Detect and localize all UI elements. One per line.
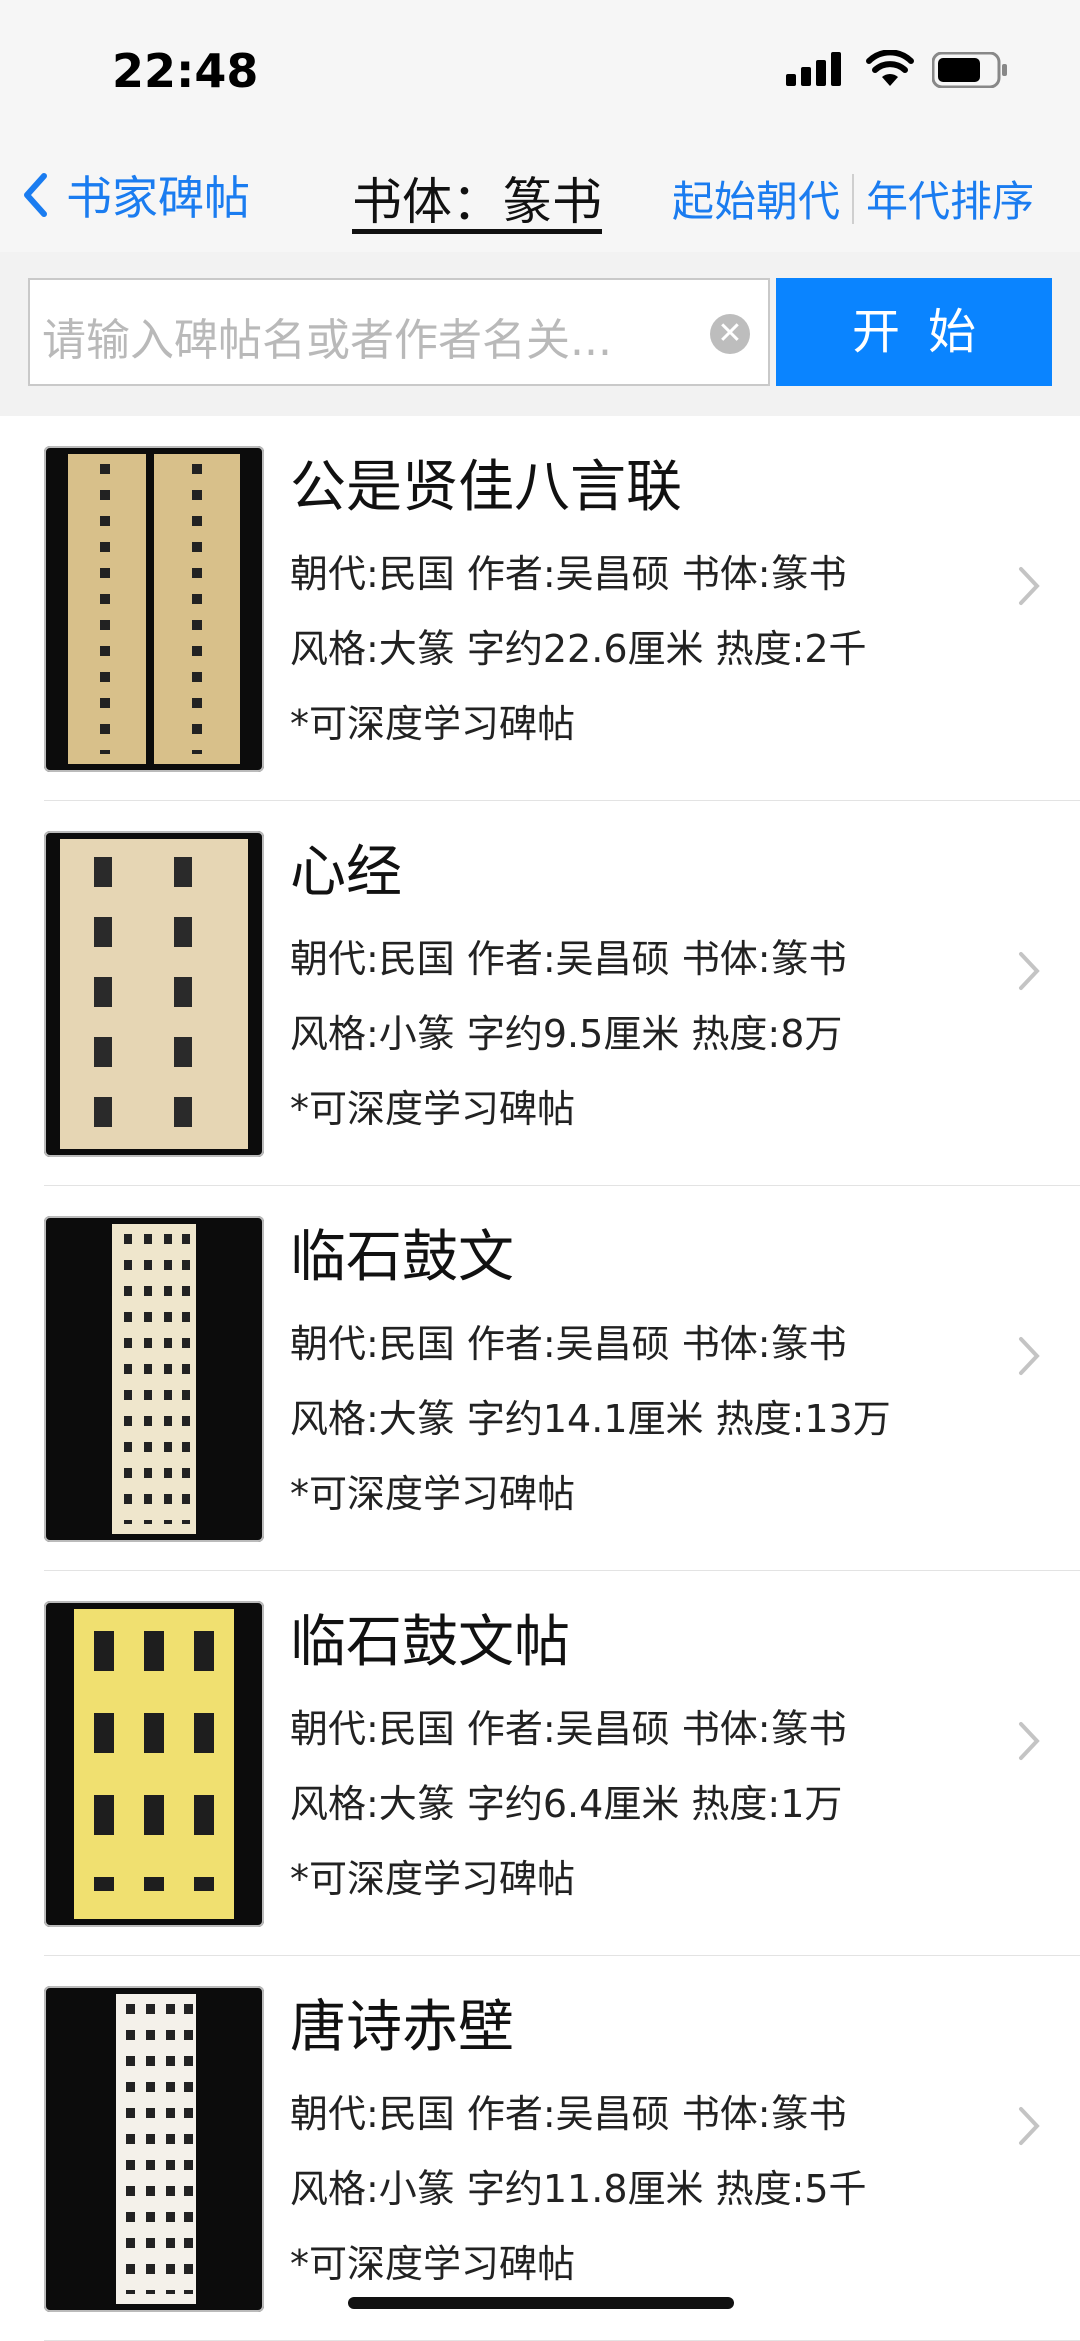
start-search-button[interactable]: 开始	[776, 278, 1052, 386]
back-label: 书家碑帖	[66, 171, 250, 225]
item-info: 心经 朝代:民国 作者:吴昌硕 书体:篆书 风格:小篆 字约9.5厘米 热度:8…	[290, 827, 847, 1133]
item-info: 临石鼓文 朝代:民国 作者:吴昌硕 书体:篆书 风格:大篆 字约14.1厘米 热…	[290, 1212, 891, 1518]
item-title: 心经	[290, 840, 402, 905]
list-item[interactable]: 唐诗赤壁 朝代:民国 作者:吴昌硕 书体:篆书 风格:小篆 字约11.8厘米 热…	[44, 1956, 1080, 2341]
item-detail: 风格:小篆 字约11.8厘米 热度:5千	[290, 2167, 867, 2211]
battery-icon	[932, 52, 1007, 88]
page-title[interactable]: 书体：篆书	[352, 162, 602, 234]
chevron-left-icon	[24, 173, 47, 217]
item-meta: 朝代:民国 作者:吴昌硕 书体:篆书	[290, 2092, 847, 2136]
item-title: 临石鼓文	[290, 1225, 514, 1290]
item-info: 临石鼓文帖 朝代:民国 作者:吴昌硕 书体:篆书 风格:大篆 字约6.4厘米 热…	[290, 1597, 847, 1903]
item-note: *可深度学习碑帖	[290, 1857, 576, 1901]
list-item[interactable]: 心经 朝代:民国 作者:吴昌硕 书体:篆书 风格:小篆 字约9.5厘米 热度:8…	[44, 801, 1080, 1186]
item-meta: 朝代:民国 作者:吴昌硕 书体:篆书	[290, 1322, 847, 1366]
wifi-icon	[866, 50, 914, 86]
nav-right-actions: 起始朝代 年代排序	[672, 168, 1034, 229]
item-meta: 朝代:民国 作者:吴昌硕 书体:篆书	[290, 937, 847, 981]
clear-icon[interactable]: ✕	[710, 314, 750, 354]
chevron-right-icon	[1019, 952, 1040, 990]
cellular-signal-icon	[786, 52, 841, 86]
sort-by-era-button[interactable]: 年代排序	[866, 168, 1034, 229]
list-item[interactable]: 临石鼓文 朝代:民国 作者:吴昌硕 书体:篆书 风格:大篆 字约14.1厘米 热…	[44, 1186, 1080, 1571]
item-detail: 风格:大篆 字约22.6厘米 热度:2千	[290, 627, 867, 671]
item-detail: 风格:小篆 字约9.5厘米 热度:8万	[290, 1012, 843, 1056]
result-list: 公是贤佳八言联 朝代:民国 作者:吴昌硕 书体:篆书 风格:大篆 字约22.6厘…	[0, 416, 1080, 2341]
calligraphy-thumbnail	[44, 1986, 264, 2312]
start-dynasty-button[interactable]: 起始朝代	[672, 168, 840, 229]
list-item[interactable]: 公是贤佳八言联 朝代:民国 作者:吴昌硕 书体:篆书 风格:大篆 字约22.6厘…	[44, 416, 1080, 801]
calligraphy-thumbnail	[44, 1601, 264, 1927]
chevron-right-icon	[1019, 567, 1040, 605]
item-title: 唐诗赤壁	[290, 1995, 514, 2060]
list-item[interactable]: 临石鼓文帖 朝代:民国 作者:吴昌硕 书体:篆书 风格:大篆 字约6.4厘米 热…	[44, 1571, 1080, 1956]
divider	[851, 173, 854, 224]
search-input[interactable]: 请输入碑帖名或者作者名关... ✕	[28, 278, 770, 386]
item-detail: 风格:大篆 字约14.1厘米 热度:13万	[290, 1397, 891, 1441]
item-meta: 朝代:民国 作者:吴昌硕 书体:篆书	[290, 552, 847, 596]
item-detail: 风格:大篆 字约6.4厘米 热度:1万	[290, 1782, 843, 1826]
chevron-right-icon	[1019, 1722, 1040, 1760]
home-indicator[interactable]	[348, 2297, 734, 2309]
item-info: 公是贤佳八言联 朝代:民国 作者:吴昌硕 书体:篆书 风格:大篆 字约22.6厘…	[290, 442, 867, 748]
item-meta: 朝代:民国 作者:吴昌硕 书体:篆书	[290, 1707, 847, 1751]
status-time: 22:48	[112, 44, 259, 98]
calligraphy-thumbnail	[44, 446, 264, 772]
chevron-right-icon	[1019, 2107, 1040, 2145]
search-placeholder: 请输入碑帖名或者作者名关...	[42, 315, 612, 366]
item-note: *可深度学习碑帖	[290, 1087, 576, 1131]
back-button[interactable]: 书家碑帖	[22, 162, 250, 228]
item-note: *可深度学习碑帖	[290, 2242, 576, 2286]
item-title: 临石鼓文帖	[290, 1610, 570, 1675]
chevron-right-icon	[1019, 1337, 1040, 1375]
status-bar: 22:48	[0, 0, 1080, 140]
item-title: 公是贤佳八言联	[290, 455, 682, 520]
navigation-bar: 书家碑帖 书体：篆书 起始朝代 年代排序	[0, 140, 1080, 253]
search-bar: 请输入碑帖名或者作者名关... ✕ 开始	[0, 252, 1080, 416]
calligraphy-thumbnail	[44, 831, 264, 1157]
item-note: *可深度学习碑帖	[290, 1472, 576, 1516]
item-info: 唐诗赤壁 朝代:民国 作者:吴昌硕 书体:篆书 风格:小篆 字约11.8厘米 热…	[290, 1982, 867, 2288]
item-note: *可深度学习碑帖	[290, 702, 576, 746]
calligraphy-thumbnail	[44, 1216, 264, 1542]
